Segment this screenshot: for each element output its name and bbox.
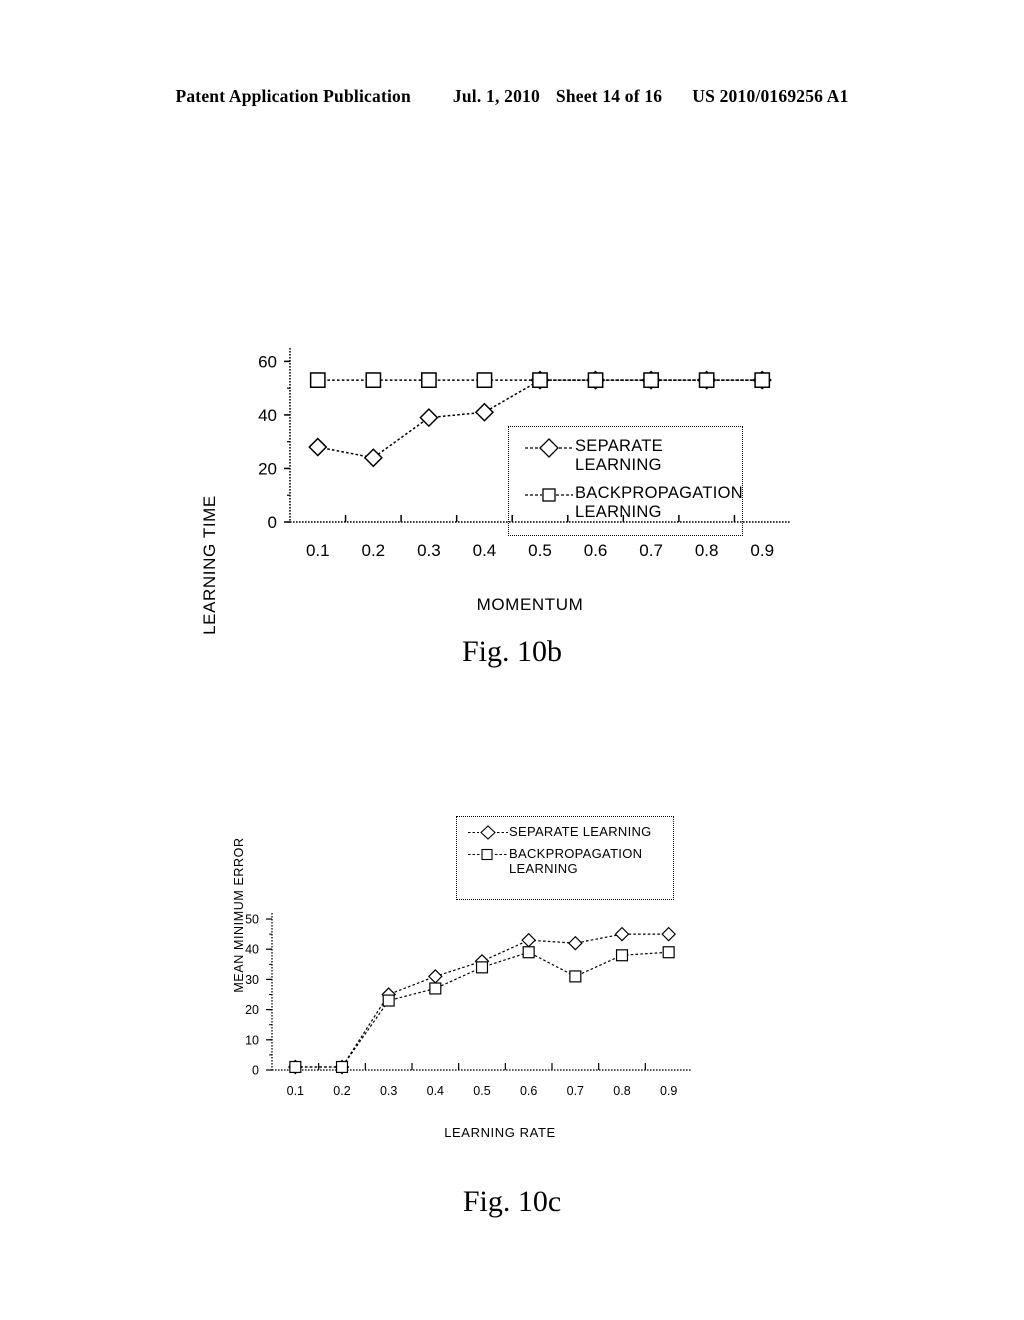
plot-area-10b: 0 20 40 60 0.1 0.2 0.3 0.4 0.5 0.6 0.7 0.8 0.9 <box>258 348 790 560</box>
data-point-square <box>476 372 493 389</box>
header-publication-text: Patent Application Publication <box>175 86 411 106</box>
x-tick-label: 0.3 <box>380 1084 397 1098</box>
x-tick-label: 0.8 <box>695 541 719 560</box>
header-patent-number-text: US 2010/0169256 A1 <box>692 86 849 106</box>
y-tick-label: 40 <box>258 406 277 425</box>
x-axis-title-10c: LEARNING RATE <box>444 1125 556 1140</box>
x-axis-title-10b: MOMENTUM <box>476 595 584 614</box>
x-tick-label: 0.1 <box>306 541 330 560</box>
x-tick-label: 0.9 <box>750 541 774 560</box>
data-point-square <box>382 994 395 1007</box>
data-point-square <box>754 372 771 389</box>
data-point-diamond <box>363 448 383 468</box>
x-tick-label: 0.4 <box>427 1084 444 1098</box>
y-tick-label: 50 <box>245 913 259 927</box>
data-point-diamond <box>474 402 495 422</box>
data-point-square <box>289 1060 302 1074</box>
plot-area-10c: 0 10 20 30 40 50 0.1 0.2 0.3 0.4 0.5 0.6 0.7 0.8 0.9 <box>245 913 692 1098</box>
x-tick-label: 0.3 <box>417 541 441 560</box>
data-point-square <box>335 1060 349 1074</box>
data-point-diamond <box>427 969 443 984</box>
y-tick-label: 10 <box>245 1033 259 1047</box>
x-tick-label: 0.7 <box>639 541 663 560</box>
data-point-square <box>587 372 604 389</box>
x-tick-label: 0.7 <box>567 1084 584 1098</box>
x-tick-label: 0.5 <box>473 1084 490 1098</box>
data-point-diamond <box>567 935 583 951</box>
x-tick-label: 0.1 <box>287 1084 304 1098</box>
x-tick-label: 0.2 <box>362 541 386 560</box>
y-tick-label: 0 <box>252 1064 259 1078</box>
x-tick-label: 0.6 <box>584 541 608 560</box>
data-point-diamond <box>419 408 439 428</box>
data-point-square <box>643 372 660 389</box>
x-tick-label: 0.4 <box>473 541 497 560</box>
data-point-square <box>475 961 489 974</box>
data-point-square <box>569 970 582 983</box>
y-tick-label: 30 <box>245 973 259 987</box>
data-point-square <box>698 372 715 389</box>
y-tick-label: 60 <box>258 353 277 372</box>
header-date-text: Jul. 1, 2010 <box>452 86 540 106</box>
data-point-square <box>522 946 535 959</box>
data-point-square <box>420 372 437 389</box>
x-tick-label: 0.5 <box>528 541 552 560</box>
data-point-diamond <box>308 437 328 457</box>
figure-caption-10c: Fig. 10c <box>462 1185 562 1218</box>
page-header: Patent Application Publication Jul. 1, 2… <box>0 86 1024 107</box>
figure-10c: SEPARATE LEARNING BACKPROPAGATION LEARNI… <box>0 795 1024 1255</box>
figure-caption-10b: Fig. 10b <box>461 635 563 668</box>
data-point-diamond <box>521 932 537 948</box>
x-tick-label: 0.6 <box>520 1084 537 1098</box>
x-tick-label: 0.9 <box>660 1084 677 1098</box>
y-tick-label: 20 <box>258 460 277 479</box>
data-point-square <box>429 982 442 995</box>
data-point-square <box>662 946 675 959</box>
patent-page: Patent Application Publication Jul. 1, 2… <box>0 0 1024 1320</box>
y-tick-label: 0 <box>268 513 277 532</box>
header-sheet-text: Sheet 14 of 16 <box>555 86 663 106</box>
y-tick-label: 20 <box>245 1003 259 1017</box>
data-point-diamond <box>614 926 630 942</box>
figure-10b: SEPARATE LEARNING BACKPROPAGATION LEARNI… <box>0 200 1024 670</box>
y-tick-label: 40 <box>245 943 259 957</box>
data-point-square <box>532 372 548 389</box>
data-point-diamond <box>661 926 677 942</box>
x-tick-label: 0.2 <box>333 1084 350 1098</box>
data-point-square <box>615 949 629 962</box>
data-point-square <box>309 372 326 389</box>
x-tick-label: 0.8 <box>613 1084 630 1098</box>
data-point-square <box>365 372 382 389</box>
